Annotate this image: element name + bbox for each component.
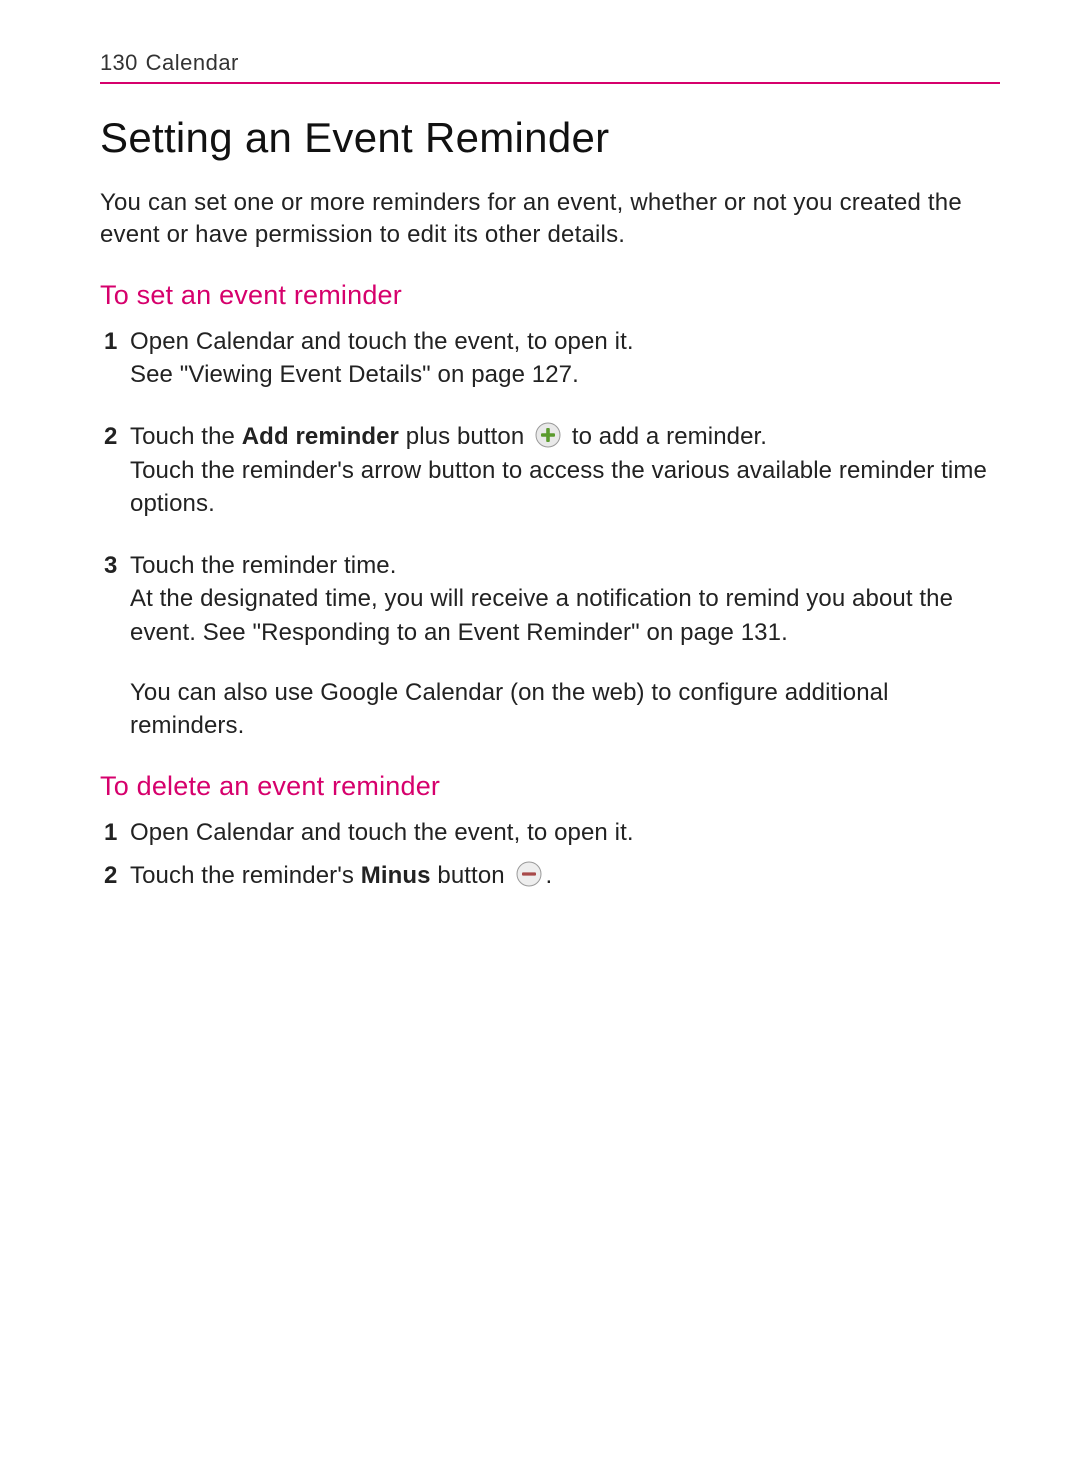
step-body: Touch the reminder's Minus button . (130, 859, 1000, 893)
step-text: Touch the reminder's arrow button to acc… (130, 457, 987, 518)
subheading-set-reminder: To set an event reminder (100, 280, 1000, 311)
header-section: Calendar (146, 50, 239, 76)
step-body: Open Calendar and touch the event, to op… (130, 325, 1000, 392)
step-number: 3 (104, 549, 117, 583)
step-number: 1 (104, 816, 117, 850)
page-number: 130 (100, 50, 138, 76)
intro-paragraph: You can set one or more reminders for an… (100, 187, 1000, 252)
step-text: Touch the reminder's (130, 862, 361, 889)
step-item: 1 Open Calendar and touch the event, to … (130, 816, 1000, 850)
step-text: to add a reminder. (565, 423, 767, 450)
steps-set-reminder: 1 Open Calendar and touch the event, to … (100, 325, 1000, 743)
step-item: 2 Touch the Add reminder plus button to … (130, 420, 1000, 521)
manual-page: 130 Calendar Setting an Event Reminder Y… (0, 0, 1080, 1460)
step-text: Touch the reminder time. (130, 552, 397, 579)
subheading-delete-reminder: To delete an event reminder (100, 771, 1000, 802)
step-item: 3 Touch the reminder time. At the design… (130, 549, 1000, 743)
step-item: 1 Open Calendar and touch the event, to … (130, 325, 1000, 392)
page-title: Setting an Event Reminder (100, 114, 1000, 162)
step-body: Touch the reminder time. At the designat… (130, 549, 1000, 743)
minus-icon (516, 861, 542, 887)
step-text: plus button (399, 423, 531, 450)
step-text: Open Calendar and touch the event, to op… (130, 819, 634, 846)
step-text: You can also use Google Calendar (on the… (130, 676, 1000, 743)
step-item: 2 Touch the reminder's Minus button . (130, 859, 1000, 893)
step-text: See "Viewing Event Details" on page 127. (130, 361, 579, 388)
step-number: 2 (104, 859, 117, 893)
step-body: Touch the Add reminder plus button to ad… (130, 420, 1000, 521)
step-text: At the designated time, you will receive… (130, 585, 953, 646)
step-body: Open Calendar and touch the event, to op… (130, 816, 1000, 850)
step-text: Open Calendar and touch the event, to op… (130, 328, 634, 355)
plus-icon (535, 422, 561, 448)
step-text-bold: Minus (361, 862, 431, 889)
step-number: 2 (104, 420, 117, 454)
step-text: button (431, 862, 512, 889)
steps-delete-reminder: 1 Open Calendar and touch the event, to … (100, 816, 1000, 893)
step-text-bold: Add reminder (242, 423, 399, 450)
step-text: . (546, 862, 553, 889)
step-text: Touch the (130, 423, 242, 450)
running-header: 130 Calendar (100, 50, 1000, 84)
step-number: 1 (104, 325, 117, 359)
